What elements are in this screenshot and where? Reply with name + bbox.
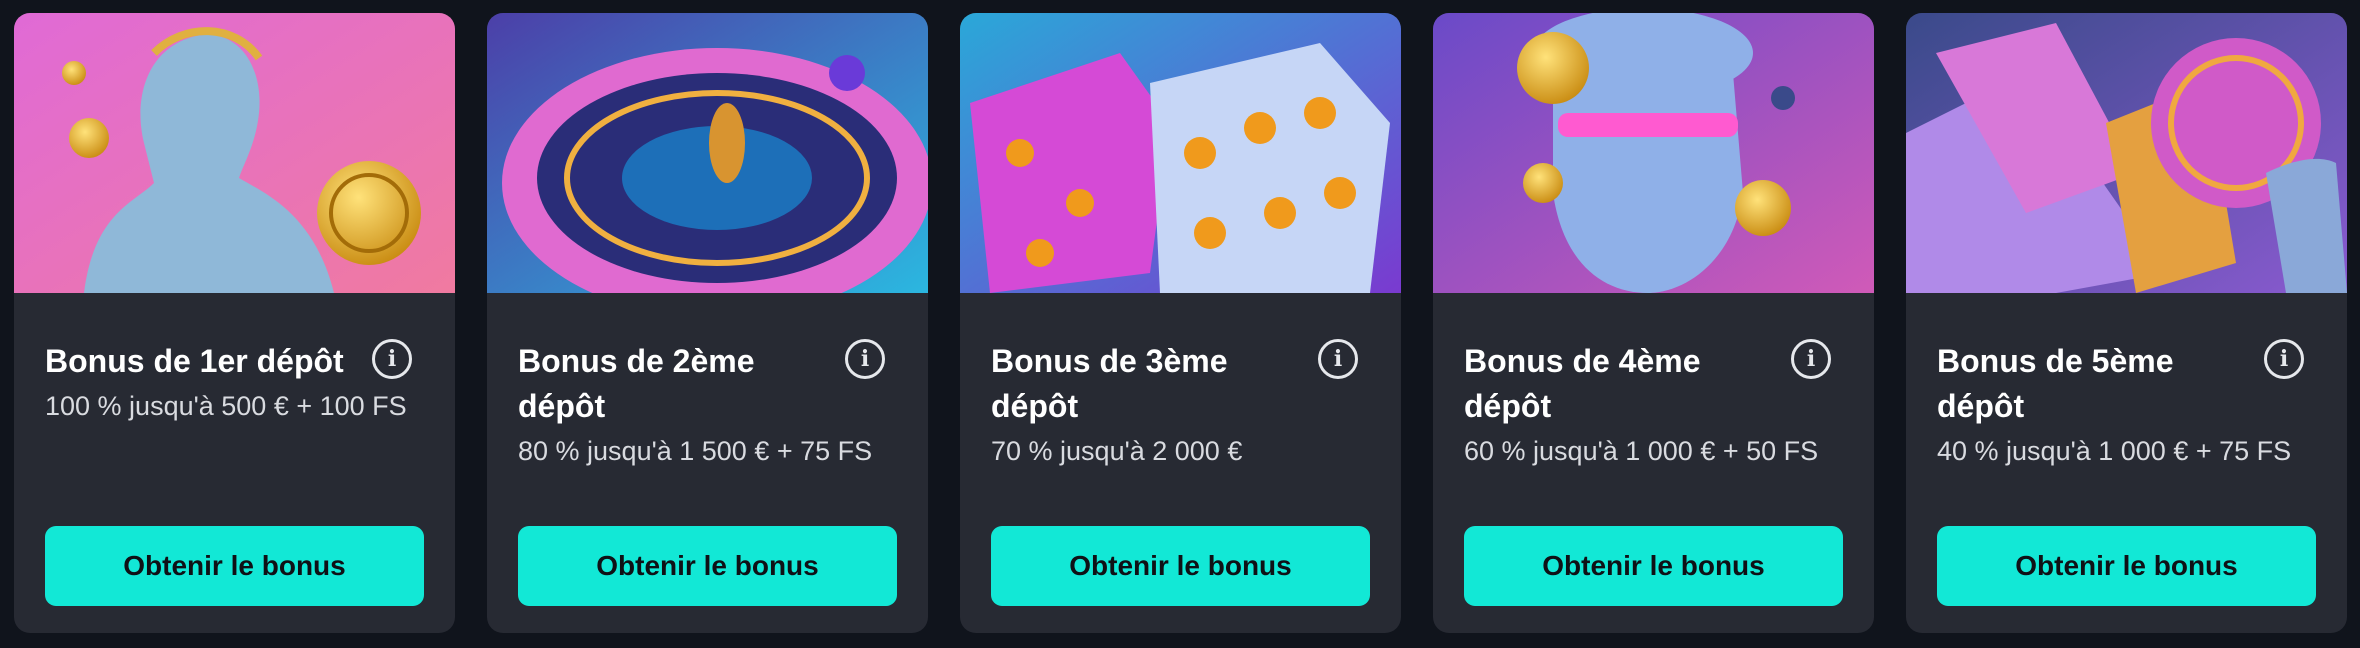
bonus-title: Bonus de 1er dépôt <box>45 343 344 379</box>
bonus-card-3: Bonus de 3ème dépôt i 70 % jusqu'à 2 000… <box>960 13 1401 633</box>
bonus-card-body: Bonus de 3ème dépôt i 70 % jusqu'à 2 000… <box>991 293 1370 633</box>
bonus-title: Bonus de 5ème dépôt <box>1937 343 2174 424</box>
bonus-description: 60 % jusqu'à 1 000 € + 50 FS <box>1464 436 1819 466</box>
bonus-card-body: Bonus de 1er dépôt i 100 % jusqu'à 500 €… <box>45 293 424 633</box>
bonus-card-row: Bonus de 1er dépôt i 100 % jusqu'à 500 €… <box>14 13 2347 633</box>
bonus-image-roulette <box>487 13 928 293</box>
bonus-image-bust-glasses <box>1433 13 1874 293</box>
info-icon[interactable]: i <box>372 339 412 379</box>
bonus-card-2: Bonus de 2ème dépôt i 80 % jusqu'à 1 500… <box>487 13 928 633</box>
bonus-image-statue-coins <box>14 13 455 293</box>
info-icon[interactable]: i <box>2264 339 2304 379</box>
bonus-card-body: Bonus de 2ème dépôt i 80 % jusqu'à 1 500… <box>518 293 897 633</box>
info-icon[interactable]: i <box>1318 339 1358 379</box>
bonus-description: 70 % jusqu'à 2 000 € <box>991 436 1243 466</box>
bonus-image-dice <box>960 13 1401 293</box>
bonus-description: 100 % jusqu'à 500 € + 100 FS <box>45 391 407 421</box>
bonus-card-body: Bonus de 4ème dépôt i 60 % jusqu'à 1 000… <box>1464 293 1843 633</box>
info-icon[interactable]: i <box>845 339 885 379</box>
bonus-description: 40 % jusqu'à 1 000 € + 75 FS <box>1937 436 2292 466</box>
get-bonus-button[interactable]: Obtenir le bonus <box>45 526 424 606</box>
bonus-title: Bonus de 3ème dépôt <box>991 343 1228 424</box>
bonus-card-4: Bonus de 4ème dépôt i 60 % jusqu'à 1 000… <box>1433 13 1874 633</box>
info-icon[interactable]: i <box>1791 339 1831 379</box>
bonus-card-body: Bonus de 5ème dépôt i 40 % jusqu'à 1 000… <box>1937 293 2316 633</box>
bonus-card-1: Bonus de 1er dépôt i 100 % jusqu'à 500 €… <box>14 13 455 633</box>
bonus-card-5: Bonus de 5ème dépôt i 40 % jusqu'à 1 000… <box>1906 13 2347 633</box>
get-bonus-button[interactable]: Obtenir le bonus <box>1937 526 2316 606</box>
bonus-image-cash-hand <box>1906 13 2347 293</box>
get-bonus-button[interactable]: Obtenir le bonus <box>1464 526 1843 606</box>
get-bonus-button[interactable]: Obtenir le bonus <box>518 526 897 606</box>
bonus-description: 80 % jusqu'à 1 500 € + 75 FS <box>518 436 873 466</box>
bonus-title: Bonus de 4ème dépôt <box>1464 343 1701 424</box>
bonus-title: Bonus de 2ème dépôt <box>518 343 755 424</box>
get-bonus-button[interactable]: Obtenir le bonus <box>991 526 1370 606</box>
